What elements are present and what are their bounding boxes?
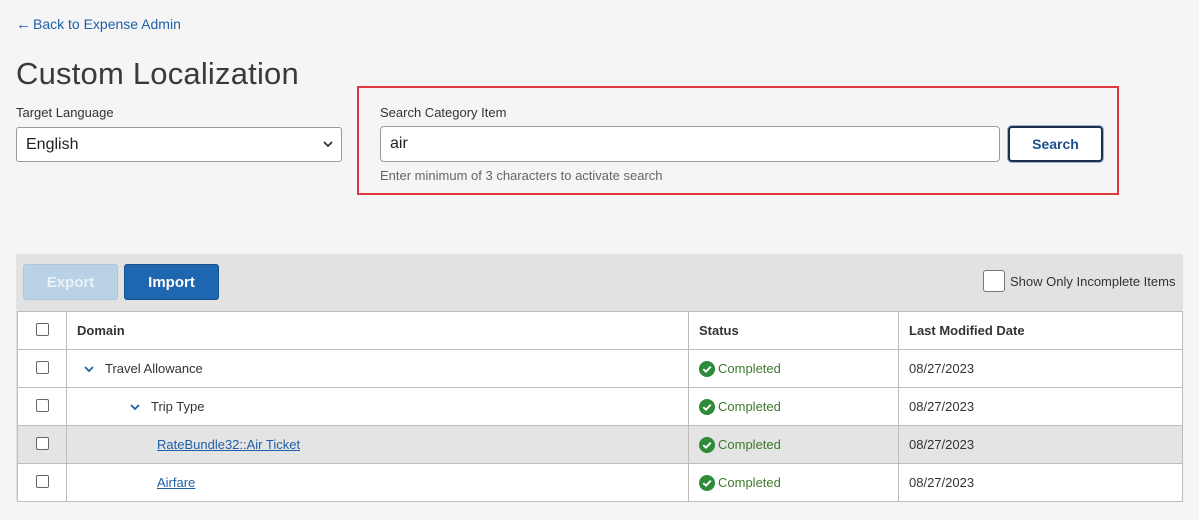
table-row: Travel Allowance Completed 08/27/2023 [17, 349, 1183, 388]
show-incomplete-toggle[interactable]: Show Only Incomplete Items [983, 270, 1175, 292]
domain-item-link[interactable]: Airfare [157, 475, 195, 490]
search-hint: Enter minimum of 3 characters to activat… [380, 168, 663, 183]
status-cell: Completed [688, 387, 899, 426]
header-domain[interactable]: Domain [66, 311, 689, 350]
status-label: Completed [718, 399, 781, 414]
domain-cell: Airfare [66, 463, 689, 502]
search-button[interactable]: Search [1008, 126, 1103, 162]
domain-item-link[interactable]: RateBundle32::Air Ticket [157, 437, 300, 452]
domain-label: Travel Allowance [105, 361, 203, 376]
row-select-cell [17, 425, 67, 464]
target-language-select[interactable]: English [16, 127, 342, 162]
back-link-label: Back to Expense Admin [33, 16, 181, 32]
status-cell: Completed [688, 349, 899, 388]
domain-label: Trip Type [151, 399, 205, 414]
table-row: Airfare Completed 08/27/2023 [17, 463, 1183, 502]
domain-cell: RateBundle32::Air Ticket [66, 425, 689, 464]
target-language-label: Target Language [16, 105, 114, 120]
domain-cell: Travel Allowance [66, 349, 689, 388]
table-row: Trip Type Completed 08/27/2023 [17, 387, 1183, 426]
check-circle-icon [699, 360, 715, 377]
modified-cell: 08/27/2023 [898, 349, 1183, 388]
status-label: Completed [718, 361, 781, 376]
row-select-cell [17, 387, 67, 426]
export-button[interactable]: Export [23, 264, 118, 300]
row-checkbox[interactable] [35, 398, 49, 412]
show-incomplete-label: Show Only Incomplete Items [1010, 273, 1176, 289]
arrow-left-icon: ← [16, 15, 31, 33]
target-language-value: English [26, 135, 79, 153]
modified-cell: 08/27/2023 [898, 425, 1183, 464]
chevron-down-icon[interactable] [83, 363, 95, 375]
row-select-cell [17, 349, 67, 388]
localization-table: Domain Status Last Modified Date Travel … [17, 311, 1183, 502]
show-incomplete-checkbox[interactable] [983, 270, 1005, 292]
check-circle-icon [699, 398, 715, 415]
import-button[interactable]: Import [124, 264, 219, 300]
search-category-label: Search Category Item [380, 105, 507, 120]
row-checkbox[interactable] [35, 360, 49, 374]
domain-cell: Trip Type [66, 387, 689, 426]
chevron-down-icon[interactable] [129, 401, 141, 413]
status-label: Completed [718, 437, 781, 452]
chevron-down-icon [323, 141, 333, 148]
check-circle-icon [699, 436, 715, 453]
row-checkbox[interactable] [35, 474, 49, 488]
table-header-row: Domain Status Last Modified Date [17, 311, 1183, 350]
modified-cell: 08/27/2023 [898, 463, 1183, 502]
table-row: RateBundle32::Air Ticket Completed 08/27… [17, 425, 1183, 464]
status-cell: Completed [688, 425, 899, 464]
check-circle-icon [699, 474, 715, 491]
status-cell: Completed [688, 463, 899, 502]
row-checkbox[interactable] [35, 436, 49, 450]
header-status[interactable]: Status [688, 311, 899, 350]
back-to-expense-admin-link[interactable]: ← Back to Expense Admin [16, 16, 181, 32]
modified-cell: 08/27/2023 [898, 387, 1183, 426]
status-label: Completed [718, 475, 781, 490]
select-all-checkbox[interactable] [35, 322, 49, 336]
row-select-cell [17, 463, 67, 502]
header-last-modified[interactable]: Last Modified Date [898, 311, 1183, 350]
select-all-cell [17, 311, 67, 350]
page-title: Custom Localization [16, 56, 299, 91]
search-input[interactable] [380, 126, 1000, 162]
